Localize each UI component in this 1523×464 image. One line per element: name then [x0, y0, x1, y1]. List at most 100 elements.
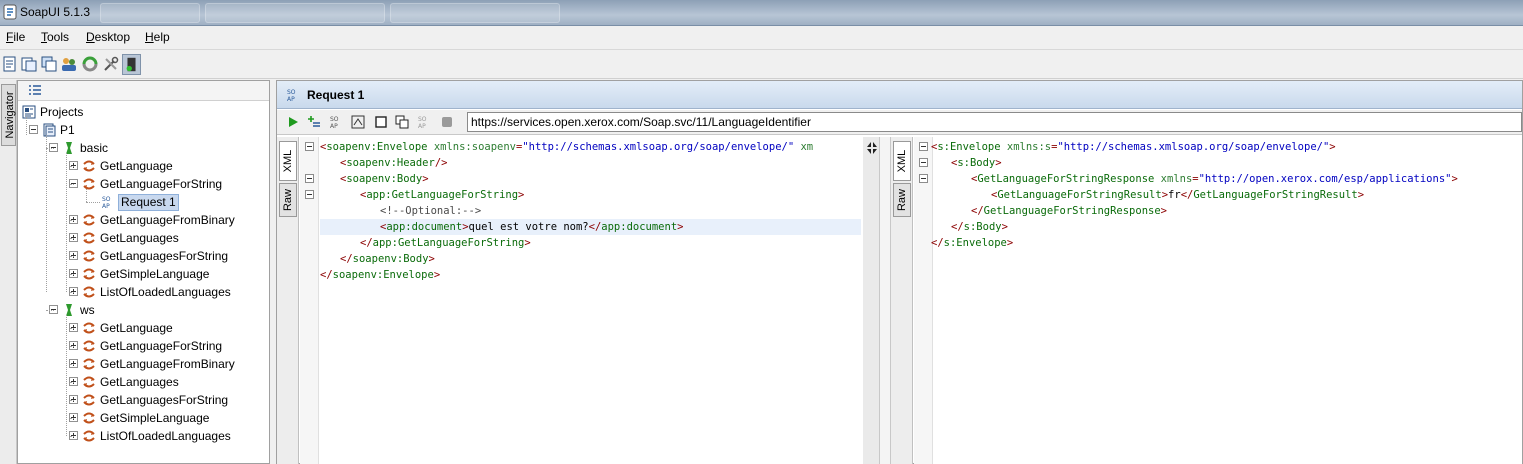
- tree-node-operation[interactable]: GetLanguageForString: [98, 337, 224, 355]
- menu-tools[interactable]: Tools: [41, 30, 69, 44]
- code-line: <soapenv:Body>: [340, 173, 429, 185]
- soapui-logo-icon: [3, 4, 17, 20]
- tree-node-projects[interactable]: Projects: [38, 103, 85, 121]
- request-xml-tab[interactable]: XML: [279, 141, 297, 181]
- code-line: </GetLanguageForStringResponse>: [971, 205, 1167, 217]
- background-window-tab: [390, 3, 560, 23]
- workspace-icon: [22, 105, 36, 119]
- operation-icon: [83, 340, 95, 352]
- code-line: <soapenv:Envelope xmlns:soapenv="http://…: [320, 141, 814, 153]
- tree-header: [18, 81, 269, 101]
- proxy-icon[interactable]: [122, 54, 141, 75]
- trial-icon[interactable]: [81, 55, 99, 73]
- maximize-icon[interactable]: [374, 115, 388, 129]
- navigator-tab[interactable]: Navigator: [1, 84, 16, 146]
- code-line: <GetLanguageForStringResponse xmlns="htt…: [971, 173, 1458, 185]
- code-line: <soapenv:Header/>: [340, 157, 448, 169]
- code-line: <s:Envelope xmlns:s="http://schemas.xmls…: [931, 141, 1336, 153]
- code-line: </s:Envelope>: [931, 237, 1014, 249]
- fold-marker[interactable]: [305, 190, 314, 199]
- preferences-icon[interactable]: [102, 55, 120, 73]
- stop-icon[interactable]: [440, 115, 454, 129]
- operation-icon: [83, 358, 95, 370]
- response-view-tabs: XML Raw: [891, 137, 913, 464]
- request-scrollbar[interactable]: [879, 137, 891, 464]
- svg-text:AP: AP: [287, 96, 295, 102]
- tree-node-operation[interactable]: GetLanguageFromBinary: [98, 211, 237, 229]
- split-view-icon[interactable]: [395, 115, 409, 129]
- tree-node-operation[interactable]: GetLanguages: [98, 229, 181, 247]
- tree-node-interface[interactable]: ws: [78, 301, 97, 319]
- background-window-tab: [205, 3, 385, 23]
- svg-text:SO: SO: [287, 89, 296, 96]
- response-raw-tab[interactable]: Raw: [893, 183, 911, 217]
- svg-text:AP: AP: [418, 123, 426, 129]
- save-all-icon[interactable]: [40, 55, 58, 73]
- operation-icon: [83, 322, 95, 334]
- tree-node-operation[interactable]: ListOfLoadedLanguages: [98, 283, 233, 301]
- menu-help[interactable]: Help: [145, 30, 170, 44]
- menu-desktop[interactable]: Desktop: [86, 30, 130, 44]
- code-line: </soapenv:Envelope>: [320, 269, 441, 281]
- background-window-tab: [100, 3, 200, 23]
- fold-marker[interactable]: [919, 142, 928, 151]
- fold-marker[interactable]: [919, 174, 928, 183]
- split-arrows-icon[interactable]: [866, 141, 878, 155]
- operation-icon: [83, 286, 95, 298]
- tree-node-operation[interactable]: GetSimpleLanguage: [98, 409, 211, 427]
- request-gutter: [300, 137, 319, 464]
- response-xml-tab[interactable]: XML: [893, 141, 911, 181]
- add-assertion-icon[interactable]: [307, 115, 321, 129]
- request-raw-tab[interactable]: Raw: [279, 183, 297, 217]
- fold-marker[interactable]: [919, 158, 928, 167]
- run-icon[interactable]: [286, 115, 300, 129]
- tree-node-operation[interactable]: GetLanguage: [98, 319, 175, 337]
- tree-node-operation[interactable]: GetLanguagesForString: [98, 391, 230, 409]
- soap-icon[interactable]: SO AP: [330, 115, 344, 129]
- svg-text:SO: SO: [418, 116, 427, 123]
- code-line: </app:GetLanguageForString>: [360, 237, 531, 249]
- forum-icon[interactable]: [60, 55, 78, 73]
- code-line: <GetLanguageForStringResult>fr</GetLangu…: [991, 189, 1365, 201]
- response-xml-editor[interactable]: <s:Envelope xmlns:s="http://schemas.xmls…: [914, 137, 1522, 464]
- tree-node-operation[interactable]: GetSimpleLanguage: [98, 265, 211, 283]
- tree-node-project[interactable]: P1: [58, 121, 77, 139]
- collapse-all-icon[interactable]: [28, 84, 42, 97]
- operation-icon: [83, 412, 95, 424]
- tree-node-operation[interactable]: GetLanguageForString: [98, 175, 224, 193]
- response-gutter: [914, 137, 933, 464]
- tree-node-operation[interactable]: GetLanguage: [98, 157, 175, 175]
- code-line: </s:Body>: [951, 221, 1008, 233]
- request-xml-editor[interactable]: <soapenv:Envelope xmlns:soapenv="http://…: [300, 137, 863, 464]
- tree-node-operation[interactable]: ListOfLoadedLanguages: [98, 427, 233, 445]
- request-view-tabs: XML Raw: [277, 137, 299, 464]
- navigator-strip: Navigator: [0, 80, 17, 464]
- project-icon: [43, 123, 56, 137]
- tree-node-interface[interactable]: basic: [78, 139, 110, 157]
- tree-expander[interactable]: [29, 125, 38, 134]
- tree-node-operation[interactable]: GetLanguages: [98, 373, 181, 391]
- operation-icon: [83, 394, 95, 406]
- tree-node-request[interactable]: Request 1: [118, 193, 179, 211]
- format-icon[interactable]: [351, 115, 365, 129]
- request-title-bar: SO AP Request 1: [277, 81, 1522, 109]
- request-editor-panel: SO AP Request 1 SO AP SO AP XML Raw: [276, 80, 1523, 464]
- operation-icon: [83, 214, 95, 226]
- interface-icon: [66, 304, 72, 316]
- menu-file[interactable]: File: [6, 30, 25, 44]
- tree-node-operation[interactable]: GetLanguagesForString: [98, 247, 230, 265]
- request-title: Request 1: [307, 88, 365, 102]
- fold-marker[interactable]: [305, 142, 314, 151]
- fold-marker[interactable]: [305, 174, 314, 183]
- tree-node-operation[interactable]: GetLanguageFromBinary: [98, 355, 237, 373]
- import-project-icon[interactable]: [20, 55, 38, 73]
- soap-disabled-icon[interactable]: SO AP: [418, 115, 432, 129]
- new-project-icon[interactable]: [1, 55, 19, 73]
- operation-icon: [83, 268, 95, 280]
- endpoint-url-input[interactable]: [467, 112, 1522, 132]
- operation-icon: [83, 178, 95, 190]
- interface-icon: [66, 142, 72, 154]
- project-tree-panel: Projects P1 basic GetLanguage GetLanguageFor…: [17, 80, 270, 464]
- soap-request-icon: SOAP: [102, 196, 111, 209]
- operation-icon: [83, 160, 95, 172]
